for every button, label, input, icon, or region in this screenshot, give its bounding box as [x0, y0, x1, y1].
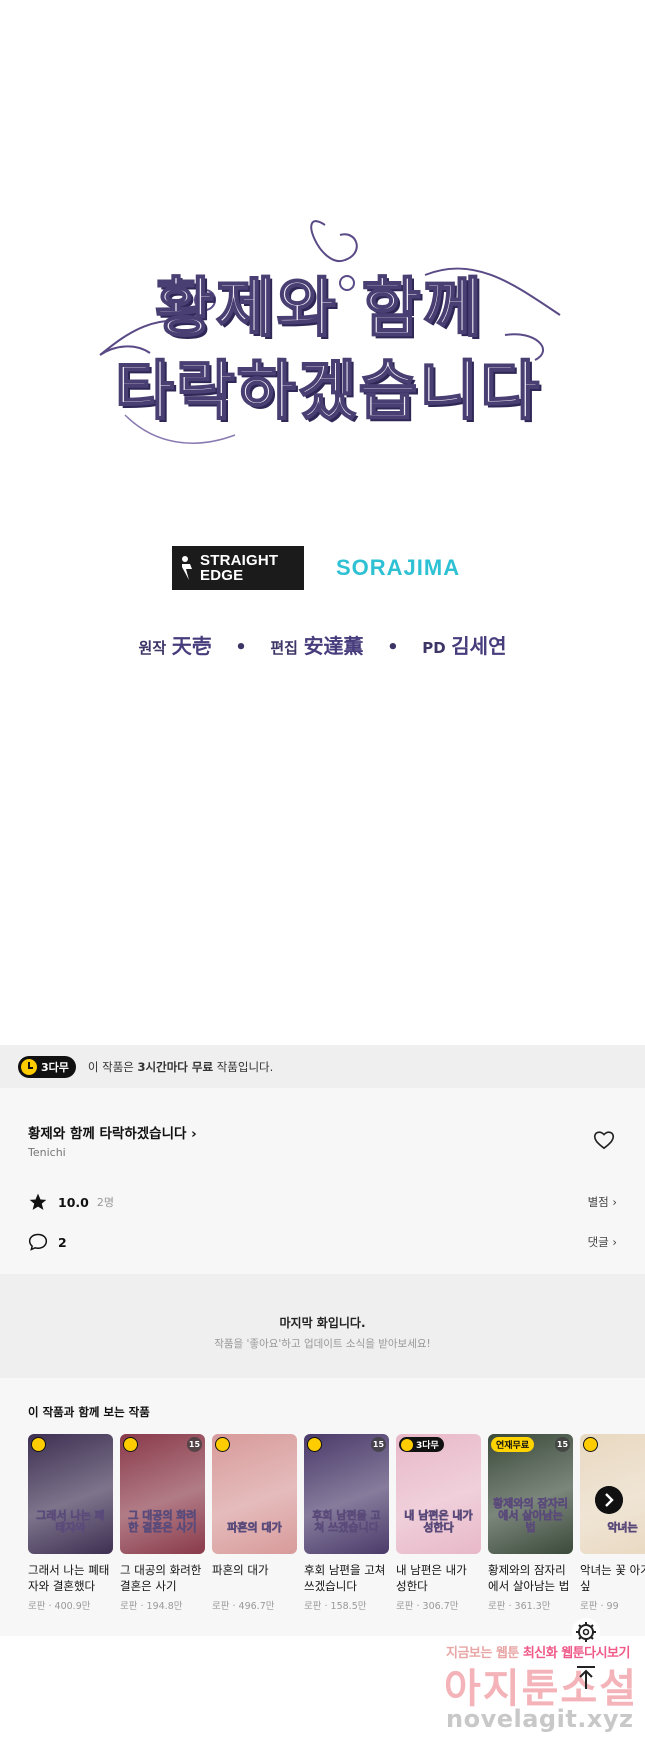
recommendation-thumbnail: 15 후회 남편을 고쳐 쓰겠습니다: [304, 1434, 389, 1554]
heart-icon[interactable]: [593, 1130, 615, 1150]
series-title-link[interactable]: 황제와 함께 타락하겠습니다 ›: [28, 1122, 197, 1142]
credits-line: 원작 天壱 • 편집 安達薫 • PD 김세연: [0, 630, 645, 659]
free-badge: 3다무: [399, 1437, 444, 1452]
free-badge-label: 연재무료: [496, 1441, 530, 1451]
clock-icon: [215, 1437, 230, 1452]
free-badge: 연재무료: [491, 1437, 535, 1452]
free-badge-label: 3다무: [41, 1060, 69, 1074]
final-episode-notice: 마지막 화입니다. 작품을 '좋아요'하고 업데이트 소식을 받아보세요!: [0, 1274, 645, 1378]
credit-pd-value: 김세연: [451, 634, 507, 658]
free-badge-label: 3다무: [416, 1441, 439, 1451]
recommendation-thumbnail: 파혼의 대가: [212, 1434, 297, 1554]
recommendation-meta: 로판 · 99: [580, 1601, 619, 1612]
recommendation-meta: 로판 · 400.9만: [28, 1601, 91, 1612]
credit-original-value: 天壱: [171, 634, 212, 658]
recommendation-title: 후회 남편을 고쳐 쓰겠습니다: [304, 1563, 386, 1593]
credit-editor-label: 편집: [270, 639, 298, 657]
thumbnail-title-art: 황제와의 잠자리에서 살아남는 법: [493, 1497, 568, 1534]
arrow-up-icon[interactable]: [572, 1663, 600, 1691]
comments-row: 2 댓글 ›: [28, 1230, 617, 1254]
comment-icon: [28, 1233, 48, 1251]
recommendation-title: 황제와의 잠자리에서 살아남는 법: [488, 1563, 570, 1593]
comments-link[interactable]: 댓글 ›: [588, 1234, 617, 1250]
three-hour-free-badge: 3다무: [18, 1055, 76, 1078]
clock-icon: [307, 1437, 322, 1452]
clock-icon: [21, 1058, 37, 1075]
comments-count: 2: [58, 1234, 67, 1250]
credit-pd-label: PD: [422, 639, 446, 657]
recommendation-title: 악녀는 꽃 아가고 싶: [580, 1563, 645, 1593]
rating-link[interactable]: 별점 ›: [588, 1194, 617, 1210]
recommendation-card[interactable]: 15 그 대공의 화려한 결혼은 사기 그 대공의 화려한 결혼은 사기 로판 · 1…: [120, 1434, 205, 1612]
thumbnail-title-art: 후회 남편을 고쳐 쓰겠습니다: [312, 1509, 381, 1534]
rating-row: 10.0 2명 별점 ›: [28, 1190, 617, 1214]
clock-icon: [401, 1438, 413, 1451]
recommendation-meta: 로판 · 194.8만: [120, 1601, 183, 1612]
free-notice-text-bold: 3시간마다 무료: [137, 1059, 214, 1074]
thumbnail-title-art: 그래서 나는 폐태자와: [36, 1509, 105, 1534]
recommendations-section: 이 작품과 함께 보는 작품 그래서 나는 폐태자와그래서 나는 폐태자와 결혼…: [0, 1378, 645, 1636]
series-title-logo: 황제와 함께 타락하겠습니다: [95, 215, 565, 465]
credit-separator: •: [235, 637, 247, 658]
star-icon: [29, 1193, 47, 1210]
recommendation-card[interactable]: 15 후회 남편을 고쳐 쓰겠습니다 후회 남편을 고쳐 쓰겠습니다 로판 · 158…: [304, 1434, 389, 1612]
straight-edge-mark-icon: [182, 556, 192, 580]
watermark-line-3: novelagit.xyz: [446, 1705, 634, 1733]
free-notice-text-after: 작품입니다.: [213, 1059, 274, 1074]
credit-separator: •: [387, 637, 399, 658]
age-rating-badge: 15: [187, 1437, 202, 1452]
straight-edge-logo: STRAIGHT EDGE: [172, 546, 304, 590]
recommendation-thumbnail: 3다무내 남편은 내가 성한다: [396, 1434, 481, 1554]
recommendation-meta: 로판 · 306.7만: [396, 1601, 459, 1612]
gear-icon[interactable]: [572, 1618, 600, 1646]
recommendation-card[interactable]: 3다무 내 남편은 내가 성한다 내 남편은 내가 성한다 로판 · 306.7만: [396, 1434, 481, 1612]
chevron-right-icon[interactable]: [595, 1486, 623, 1514]
recommendation-meta: 로판 · 361.3만: [488, 1601, 551, 1612]
recommendations-carousel: 그래서 나는 폐태자와 그래서 나는 폐태자와 결혼했다 로판 · 400.9만 15…: [28, 1434, 645, 1634]
title-line-2: 타락하겠습니다: [114, 353, 542, 430]
recommendation-card[interactable]: 악녀는악녀는 꽃 아가고 싶로판 · 99: [580, 1434, 645, 1612]
episode-artwork: 황제와 함께 타락하겠습니다 STRAIGHT EDGE SORAJIMA 원작…: [0, 0, 645, 1045]
clock-icon: [583, 1437, 598, 1452]
publisher-logos: STRAIGHT EDGE SORAJIMA: [172, 546, 572, 590]
recommendation-card[interactable]: 그래서 나는 폐태자와그래서 나는 폐태자와 결혼했다로판 · 400.9만: [28, 1434, 113, 1612]
thumbnail-title-art: 파혼의 대가: [227, 1521, 282, 1534]
recommendation-title: 그래서 나는 폐태자와 결혼했다: [28, 1563, 110, 1593]
recommendation-card[interactable]: 파혼의 대가 파혼의 대가 로판 · 496.7만: [212, 1434, 297, 1612]
final-episode-subtitle: 작품을 '좋아요'하고 업데이트 소식을 받아보세요!: [214, 1338, 431, 1350]
recommendation-title: 내 남편은 내가 성한다: [396, 1563, 467, 1593]
recommendation-thumbnail: 연재무료 15 황제와의 잠자리에서 살아남는 법: [488, 1434, 573, 1554]
straight-edge-text: STRAIGHT EDGE: [200, 552, 279, 584]
recommendation-meta: 로판 · 496.7만: [212, 1601, 275, 1612]
series-author: Tenichi: [28, 1146, 66, 1159]
recommendations-heading: 이 작품과 함께 보는 작품: [28, 1405, 150, 1419]
rating-count: 2명: [96, 1196, 114, 1209]
clock-icon: [123, 1437, 138, 1452]
thumbnail-title-art: 내 남편은 내가 성한다: [404, 1509, 473, 1534]
free-notice-text-before: 이 작품은: [87, 1059, 138, 1074]
thumbnail-title-art: 그 대공의 화려한 결혼은 사기: [128, 1509, 197, 1534]
recommendation-card[interactable]: 연재무료 15 황제와의 잠자리에서 살아남는 법 황제와의 잠자리에서 살아남는 법…: [488, 1434, 573, 1612]
age-rating-badge: 15: [555, 1437, 570, 1452]
free-notice-bar: 3다무 이 작품은 3시간마다 무료 작품입니다.: [0, 1045, 645, 1088]
recommendation-thumbnail: 15 그 대공의 화려한 결혼은 사기: [120, 1434, 205, 1554]
final-episode-title: 마지막 화입니다.: [279, 1316, 366, 1330]
thumbnail-title-art: 악녀는: [607, 1521, 638, 1534]
title-line-1: 황제와 함께: [154, 270, 484, 347]
series-info-panel: 황제와 함께 타락하겠습니다 › Tenichi 10.0 2명 별점 › 2 …: [0, 1088, 645, 1274]
recommendation-title: 파혼의 대가: [212, 1563, 269, 1577]
sorajima-logo: SORAJIMA: [336, 555, 461, 580]
rating-value: 10.0: [58, 1194, 89, 1210]
credit-original-label: 원작: [138, 639, 167, 657]
recommendation-meta: 로판 · 158.5만: [304, 1601, 367, 1612]
recommendation-thumbnail: 그래서 나는 폐태자와: [28, 1434, 113, 1554]
clock-icon: [31, 1437, 46, 1452]
recommendation-title: 그 대공의 화려한 결혼은 사기: [120, 1563, 202, 1593]
age-rating-badge: 15: [371, 1437, 386, 1452]
credit-editor-value: 安達薫: [303, 634, 364, 658]
